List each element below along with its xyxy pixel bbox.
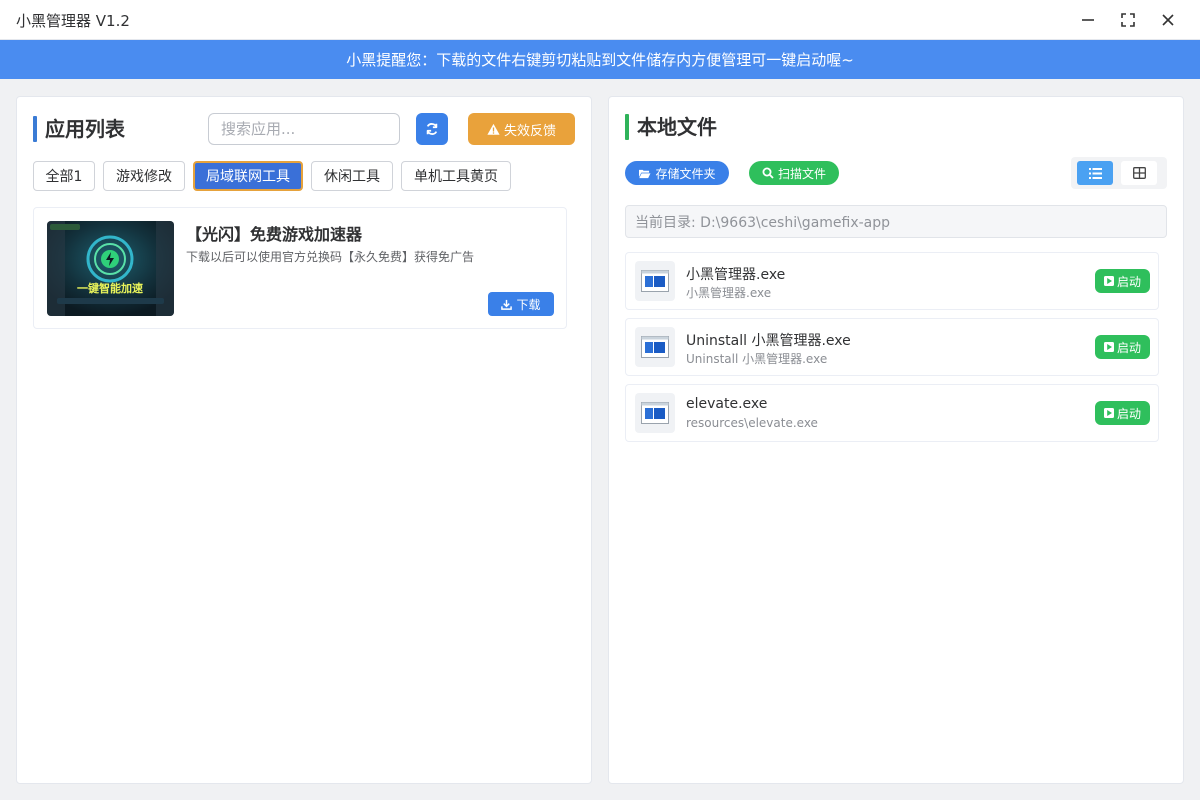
app-name: 【光闪】免费游戏加速器 — [186, 225, 363, 244]
notice-banner: 小黑提醒您：下载的文件右键剪切粘贴到文件储存内方便管理可一键启动喔~ — [0, 40, 1200, 79]
tab-offline-tools[interactable]: 单机工具黄页 — [401, 161, 511, 191]
tab-game-mod[interactable]: 游戏修改 — [103, 161, 185, 191]
tab-all[interactable]: 全部1 — [33, 161, 95, 191]
app-thumbnail: 一键智能加速 — [47, 221, 174, 316]
grid-icon — [1132, 167, 1146, 179]
refresh-button[interactable] — [416, 113, 448, 145]
file-name: Uninstall 小黑管理器.exe — [686, 333, 851, 349]
feedback-button[interactable]: 失效反馈 — [468, 113, 575, 145]
close-button[interactable] — [1155, 8, 1181, 32]
maximize-button[interactable] — [1115, 8, 1141, 32]
file-icon — [635, 327, 675, 367]
feedback-label: 失效反馈 — [503, 123, 556, 139]
file-icon — [635, 393, 675, 433]
file-name: 小黑管理器.exe — [686, 267, 786, 283]
list-icon — [1088, 167, 1102, 179]
app-card[interactable]: 一键智能加速 【光闪】免费游戏加速器 下载以后可以使用官方兑换码【永久免费】获得… — [33, 207, 567, 329]
file-item[interactable]: Uninstall 小黑管理器.exe Uninstall 小黑管理器.exe … — [625, 318, 1159, 376]
notice-text: 小黑提醒您：下载的文件右键剪切粘贴到文件储存内方便管理可一键启动喔~ — [346, 51, 854, 69]
grid-view-button[interactable] — [1121, 161, 1157, 185]
file-path: resources\elevate.exe — [686, 416, 818, 430]
app-list-panel: 应用列表 失效反馈 全部1 游戏修改 局域联网工具 休闲工具 单机工具黄页 — [16, 96, 592, 784]
tab-lan-tools[interactable]: 局域联网工具 — [193, 161, 303, 191]
maximize-icon — [1121, 13, 1135, 27]
file-item[interactable]: elevate.exe resources\elevate.exe 启动 — [625, 384, 1159, 442]
thumbnail-text: 一键智能加速 — [77, 281, 143, 295]
launch-button[interactable]: 启动 — [1095, 401, 1150, 425]
file-icon — [635, 261, 675, 301]
play-icon — [1103, 342, 1114, 352]
minimize-button[interactable] — [1075, 8, 1101, 32]
title-bar: 小黑管理器 V1.2 — [0, 0, 1200, 40]
warning-icon — [487, 123, 500, 135]
search-icon — [762, 167, 774, 179]
search-input[interactable] — [208, 113, 400, 145]
file-path: Uninstall 小黑管理器.exe — [686, 352, 828, 366]
launch-button[interactable]: 启动 — [1095, 269, 1150, 293]
launch-label: 启动 — [1116, 406, 1141, 421]
launch-label: 启动 — [1116, 340, 1141, 355]
minimize-icon — [1082, 19, 1094, 21]
file-item[interactable]: 小黑管理器.exe 小黑管理器.exe 启动 — [625, 252, 1159, 310]
store-folder-button[interactable]: 存储文件夹 — [625, 161, 729, 185]
play-icon — [1103, 276, 1114, 286]
window-title: 小黑管理器 V1.2 — [16, 12, 130, 30]
tab-casual-tools[interactable]: 休闲工具 — [311, 161, 393, 191]
local-files-title: 本地文件 — [625, 113, 717, 141]
download-icon — [501, 299, 513, 310]
refresh-icon — [426, 123, 438, 135]
scan-files-button[interactable]: 扫描文件 — [749, 161, 839, 185]
current-directory: 当前目录: D:\9663\ceshi\gamefix-app — [625, 205, 1167, 238]
close-icon — [1162, 14, 1174, 26]
app-list-title: 应用列表 — [33, 115, 125, 143]
scan-files-label: 扫描文件 — [777, 166, 826, 181]
list-view-button[interactable] — [1077, 161, 1113, 185]
folder-open-icon — [639, 169, 651, 178]
file-path: 小黑管理器.exe — [686, 286, 772, 300]
play-icon — [1103, 408, 1114, 418]
launch-button[interactable]: 启动 — [1095, 335, 1150, 359]
launch-label: 启动 — [1116, 274, 1141, 289]
download-label: 下载 — [516, 297, 541, 312]
file-name: elevate.exe — [686, 396, 768, 412]
download-button[interactable]: 下载 — [488, 292, 554, 316]
local-files-panel: 本地文件 存储文件夹 扫描文件 当前目录: D:\9663\ceshi\game… — [608, 96, 1184, 784]
store-folder-label: 存储文件夹 — [655, 166, 716, 181]
app-description: 下载以后可以使用官方兑换码【永久免费】获得免广告 — [186, 250, 475, 264]
view-mode-toggle — [1071, 157, 1167, 189]
